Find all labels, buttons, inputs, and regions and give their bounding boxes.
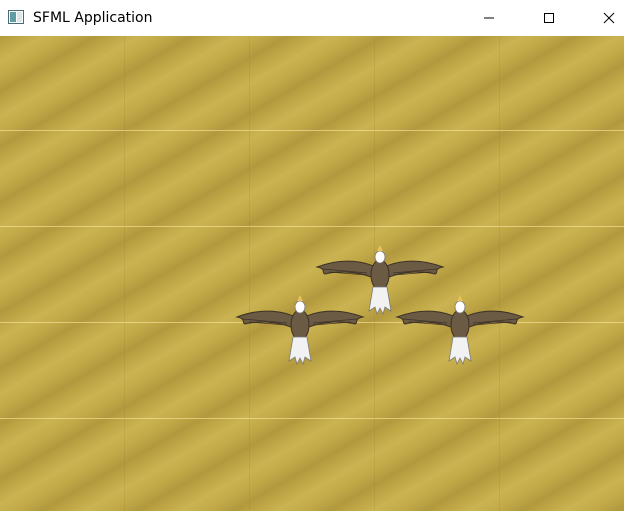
eagle-sprite-icon bbox=[395, 295, 525, 366]
minimize-icon bbox=[484, 17, 494, 18]
game-canvas[interactable] bbox=[0, 36, 624, 511]
tile-seam bbox=[249, 36, 250, 511]
title-bar[interactable]: SFML Application bbox=[0, 0, 638, 35]
eagle-left-wingman bbox=[235, 295, 365, 366]
minimize-button[interactable] bbox=[466, 0, 512, 35]
window-border bbox=[0, 511, 638, 515]
eagle-sprite-icon bbox=[235, 295, 365, 366]
eagle-right-wingman bbox=[395, 295, 525, 366]
tile-seam bbox=[124, 36, 125, 511]
maximize-icon bbox=[544, 12, 554, 23]
window-title: SFML Application bbox=[33, 10, 153, 26]
tile-seam bbox=[0, 130, 624, 131]
close-icon bbox=[603, 12, 615, 23]
tile-seam bbox=[0, 226, 624, 227]
tile-seam bbox=[499, 36, 500, 511]
app-window-icon bbox=[8, 10, 24, 24]
window-border bbox=[624, 36, 638, 511]
maximize-button[interactable] bbox=[526, 0, 572, 35]
close-button[interactable] bbox=[586, 0, 632, 35]
app-window: SFML Application bbox=[0, 0, 638, 515]
tile-seam bbox=[0, 418, 624, 419]
